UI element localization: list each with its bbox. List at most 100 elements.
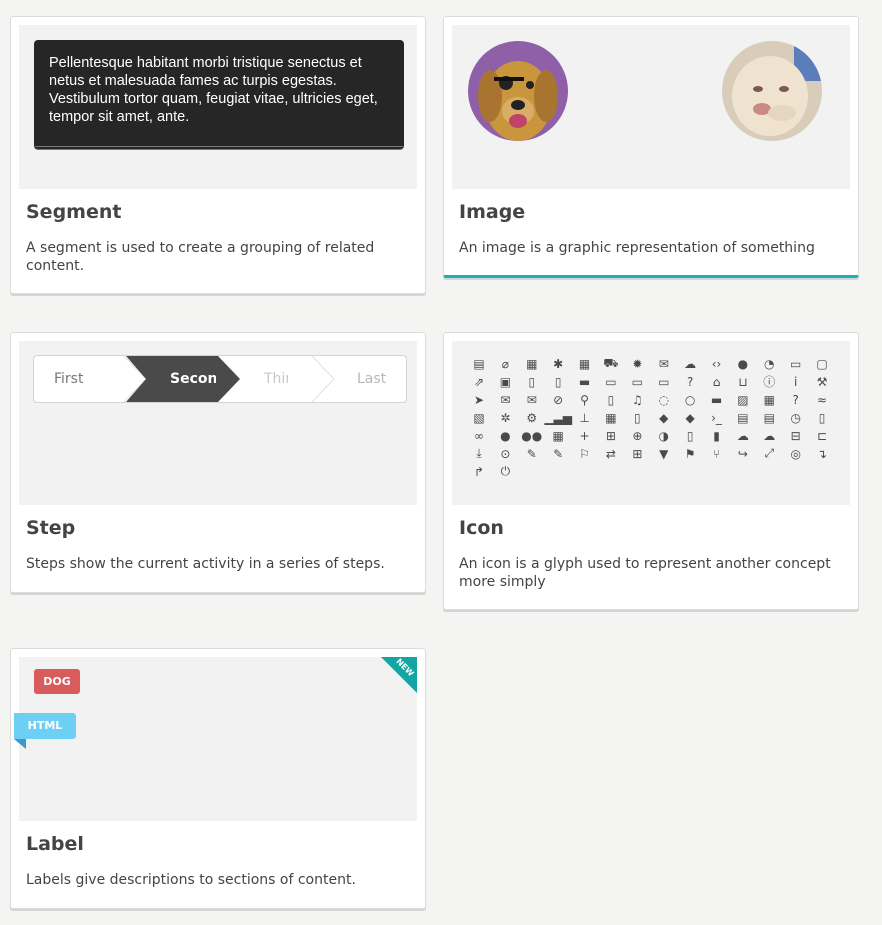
- download-circle-icon: ⊙: [500, 446, 511, 461]
- step-group: First Second Third Last: [33, 355, 407, 403]
- tags-icon: ◆: [685, 410, 695, 425]
- card-description-icon: An icon is a glyph used to represent ano…: [459, 556, 831, 590]
- tag-icon: ◆: [659, 410, 669, 425]
- label-preview: DOG HTML NEW: [14, 656, 417, 821]
- text-file-icon: ▤: [737, 410, 749, 425]
- compass-icon: ⊘: [553, 392, 564, 407]
- hide-icon: ◎: [790, 446, 801, 461]
- text-file-outline-icon: ▤: [763, 410, 775, 425]
- url-icon: ∞: [474, 428, 484, 443]
- user-icon: ●: [500, 428, 511, 443]
- fork-icon: ⑂: [712, 446, 721, 461]
- table-icon: ▦: [605, 410, 617, 425]
- payment-icon: ▬: [710, 392, 723, 407]
- card-title-icon: Icon: [459, 517, 504, 539]
- edit-icon: ✎: [526, 446, 537, 461]
- setting-icon: ✲: [500, 410, 511, 425]
- dog-avatar-left: [468, 41, 568, 141]
- rss-sign-icon: ▧: [473, 410, 485, 425]
- add-icon: +: [579, 428, 590, 443]
- calendar-icon: ▦: [578, 356, 591, 371]
- card-description-step: Steps show the current activity in a ser…: [26, 556, 385, 572]
- photo-icon: ▨: [737, 392, 749, 407]
- step-divider: [311, 356, 335, 402]
- comment-outline-icon: ○: [684, 392, 696, 407]
- remove-sign-icon: ⊟: [790, 428, 801, 443]
- video-icon: ▦: [552, 428, 564, 443]
- dog-avatar-right: [722, 41, 822, 141]
- step-third[interactable]: Third: [264, 356, 288, 402]
- segment-example: Pellentesque habitant morbi tristique se…: [34, 40, 404, 150]
- certificate-icon: ✹: [632, 356, 643, 371]
- image-preview: [452, 25, 850, 189]
- folder-icon: ▬: [578, 374, 591, 389]
- mobile-icon: ▯: [607, 392, 615, 407]
- desktop-icon: ▭: [790, 356, 802, 371]
- sitemap-icon: ⊥: [579, 410, 590, 425]
- step-last[interactable]: Last: [357, 356, 386, 402]
- card-description-label: Labels give descriptions to sections of …: [26, 872, 356, 888]
- icon-preview: ▤ ⌀ ▦ ✱ ▦ ⛟ ✹ ✉ ☁ ‹› ● ◔ ▭ ▢ ⇗ ▣ ▯ ▯ ▬ ▭ ▭ ▭? ⌂ ⊔ ⓘ i ⚒ ➤ ✉ ✉ ⊘ ⚲ ▯ ♫ ◌ ○ ▬ ▨…: [452, 341, 850, 505]
- level-up-icon: ↱: [473, 464, 485, 479]
- file-outline-icon: ▯: [554, 374, 562, 389]
- adjust-icon: ◑: [658, 428, 669, 443]
- step-card[interactable]: First Second Third Last Step Steps show …: [10, 332, 426, 593]
- rss-icon: ≈: [817, 392, 828, 407]
- flag-outline-icon: ⚐: [579, 446, 590, 461]
- card-title-step: Step: [26, 517, 76, 539]
- step-second: Second: [170, 371, 216, 387]
- card-description-segment: A segment is used to create a grouping o…: [26, 240, 375, 274]
- qrcode-icon: ▦: [763, 392, 775, 407]
- users-icon: ●●: [521, 428, 543, 443]
- folder-open-outline-icon: ▭: [631, 374, 644, 389]
- settings-icon: ⚙: [526, 410, 538, 425]
- off-icon: ⏻: [500, 464, 511, 478]
- cloud-icon: ☁: [684, 356, 697, 371]
- terminal-icon: ›_: [711, 410, 722, 425]
- level-down-icon: ↴: [817, 446, 828, 461]
- card-title-segment: Segment: [26, 201, 122, 223]
- time-icon: ◷: [790, 410, 801, 425]
- html-ribbon-label: HTML: [14, 713, 76, 739]
- music-icon: ♫: [631, 392, 643, 407]
- bug-icon: ✱: [553, 356, 564, 371]
- letter-i-icon: i: [794, 374, 798, 389]
- folder-outline-icon: ▭: [658, 374, 670, 389]
- segment-card[interactable]: Pellentesque habitant morbi tristique se…: [10, 16, 426, 294]
- mail-icon: ✉: [500, 392, 511, 407]
- browser-icon: ▦: [526, 356, 538, 371]
- comment-icon: ●: [737, 356, 749, 371]
- empty-calendar-icon: ▢: [816, 356, 828, 371]
- step-first[interactable]: First: [54, 356, 83, 402]
- add-sign-icon: ⊞: [605, 428, 616, 443]
- trash-icon: ▯: [818, 410, 826, 425]
- file-icon: ▯: [528, 374, 536, 389]
- mail-outline-icon: ✉: [526, 392, 537, 407]
- new-corner-text: NEW: [394, 656, 416, 679]
- bookmark-icon: ▯: [686, 428, 694, 443]
- card-title-image: Image: [459, 201, 526, 223]
- chat-icon: ✉: [658, 356, 669, 371]
- bookmark-solid-icon: ▮: [713, 428, 720, 443]
- attachment-icon: ⌀: [501, 356, 509, 371]
- download-icon: ⤓: [476, 446, 482, 460]
- help-icon: ?: [686, 374, 694, 389]
- location-icon: ➤: [473, 392, 485, 407]
- cart-icon: ⛟: [603, 355, 619, 370]
- filter-icon: ▼: [659, 446, 669, 461]
- forward-icon: ↪: [737, 446, 748, 461]
- external-icon: ⇗: [473, 374, 485, 389]
- icon-grid: ▤ ⌀ ▦ ✱ ▦ ⛟ ✹ ✉ ☁ ‹› ● ◔ ▭ ▢ ⇗ ▣ ▯ ▯ ▬ ▭ ▭ ▭? ⌂ ⊔ ⓘ i ⚒ ➤ ✉ ✉ ⊘ ⚲ ▯ ♫ ◌ ○ ▬ ▨…: [466, 355, 836, 480]
- inbox-icon: ⊔: [738, 374, 748, 389]
- home-icon: ⌂: [712, 374, 721, 389]
- map-marker-icon: ⚲: [580, 392, 589, 407]
- image-card[interactable]: Image An image is a graphic representati…: [443, 16, 859, 278]
- folder-open-icon: ▭: [605, 374, 617, 389]
- flag-icon: ⚑: [684, 446, 696, 461]
- tablet-icon: ▯: [634, 410, 641, 425]
- step-preview: First Second Third Last: [19, 341, 417, 505]
- label-card[interactable]: DOG HTML NEW Label Labels give descripti…: [10, 648, 426, 909]
- add-circle-icon: ⊕: [632, 428, 643, 443]
- expand-icon: ⤢: [764, 446, 775, 460]
- icon-card[interactable]: ▤ ⌀ ▦ ✱ ▦ ⛟ ✹ ✉ ☁ ‹› ● ◔ ▭ ▢ ⇗ ▣ ▯ ▯ ▬ ▭ ▭ ▭? ⌂ ⊔ ⓘ i ⚒ ➤ ✉ ✉ ⊘ ⚲ ▯ ♫ ◌ ○ ▬ ▨…: [443, 332, 859, 610]
